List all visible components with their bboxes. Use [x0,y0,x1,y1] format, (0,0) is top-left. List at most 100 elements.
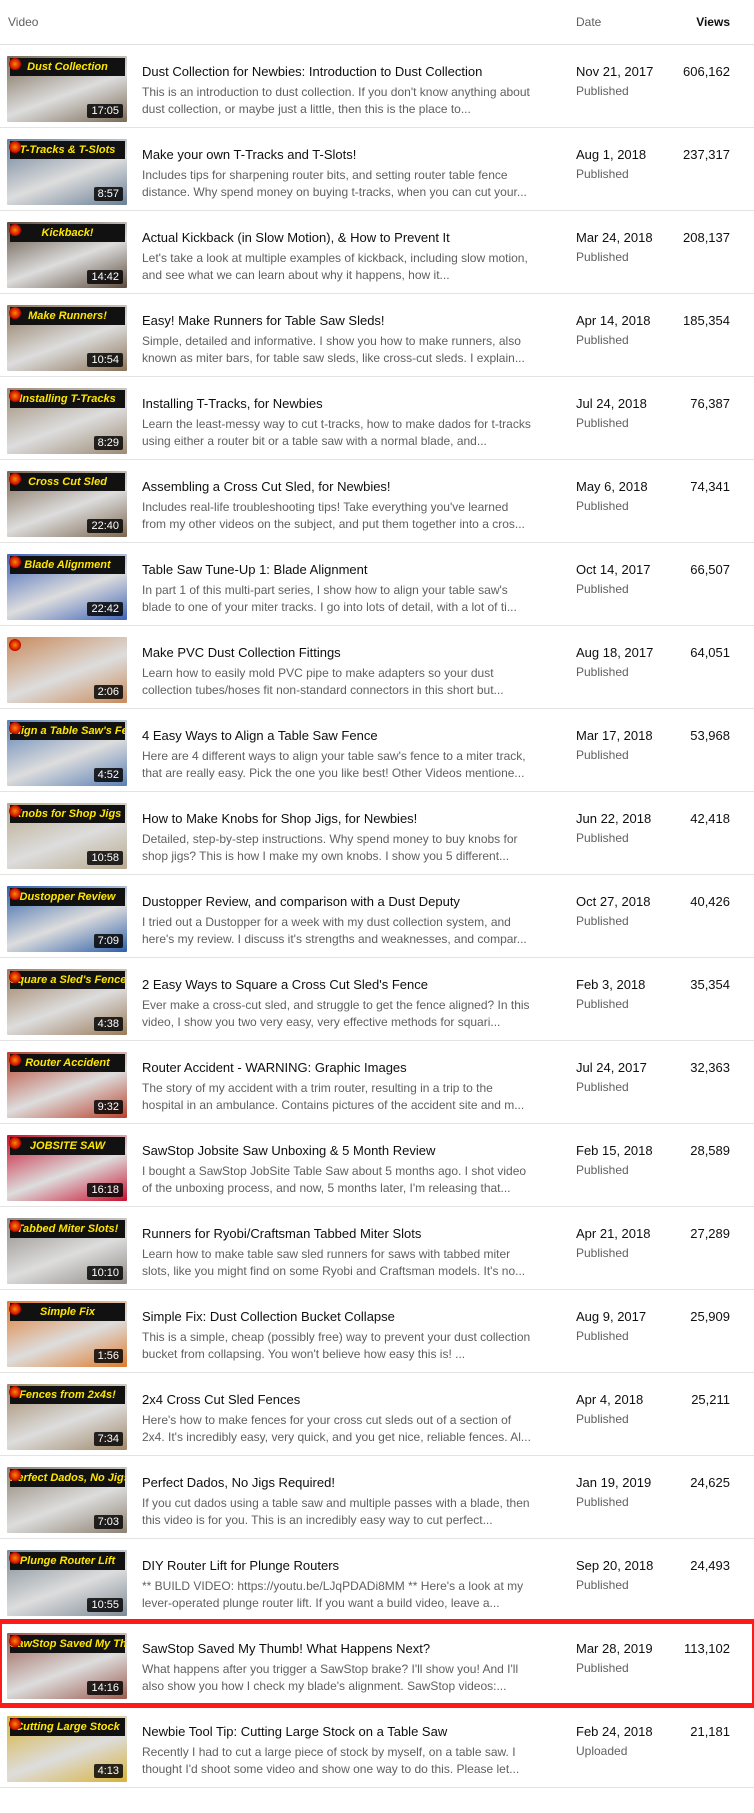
video-title[interactable]: Router Accident - WARNING: Graphic Image… [142,1060,542,1075]
video-duration: 4:38 [93,1017,123,1031]
video-description: Includes real-life troubleshooting tips!… [142,500,525,531]
video-duration: 16:18 [87,1183,123,1197]
video-title[interactable]: 4 Easy Ways to Align a Table Saw Fence [142,728,542,743]
video-status: Published [576,499,629,513]
table-row[interactable]: 2:06 Make PVC Dust Collection Fittings L… [0,626,754,709]
video-title[interactable]: SawStop Jobsite Saw Unboxing & 5 Month R… [142,1143,542,1158]
video-thumbnail[interactable]: Cross Cut Sled 22:40 [7,471,127,537]
video-duration: 1:56 [93,1349,123,1363]
video-thumbnail[interactable]: Blade Alignment 22:42 [7,554,127,620]
video-status: Published [576,333,629,347]
table-row[interactable]: Kickback! 14:42 Actual Kickback (in Slow… [0,211,754,294]
video-title[interactable]: Perfect Dados, No Jigs Required! [142,1475,542,1490]
channel-logo-icon [9,722,21,734]
video-thumbnail[interactable]: Installing T-Tracks 8:29 [7,388,127,454]
table-row[interactable]: Align a Table Saw's Fence 4:52 4 Easy Wa… [0,709,754,792]
table-row[interactable]: Simple Fix 1:56 Simple Fix: Dust Collect… [0,1290,754,1373]
video-views: 28,589 [690,1143,730,1158]
video-title[interactable]: How to Make Knobs for Shop Jigs, for New… [142,811,542,826]
video-thumbnail[interactable]: Plunge Router Lift 10:55 [7,1550,127,1616]
table-row[interactable]: Make Runners! 10:54 Easy! Make Runners f… [0,294,754,377]
video-status: Published [576,1329,629,1343]
column-header-views[interactable]: Views [696,15,730,29]
thumbnail-title-text: Cross Cut Sled [10,473,125,491]
thumbnail-title-text: Installing T-Tracks [10,390,125,408]
column-header-date[interactable]: Date [576,15,601,29]
table-row[interactable]: JOBSITE SAW 16:18 SawStop Jobsite Saw Un… [0,1124,754,1207]
video-date: May 6, 2018 [576,479,648,494]
video-title[interactable]: Easy! Make Runners for Table Saw Sleds! [142,313,542,328]
video-thumbnail[interactable]: SawStop Saved My Thumb 14:16 [7,1633,127,1699]
table-row[interactable]: Dust Collection 17:05 Dust Collection fo… [0,45,754,128]
video-duration: 10:54 [87,353,123,367]
table-row[interactable]: Installing T-Tracks 8:29 Installing T-Tr… [0,377,754,460]
video-title[interactable]: Table Saw Tune-Up 1: Blade Alignment [142,562,542,577]
table-row[interactable]: Router Accident 9:32 Router Accident - W… [0,1041,754,1124]
column-header-video[interactable]: Video [8,15,38,29]
video-thumbnail[interactable]: Kickback! 14:42 [7,222,127,288]
video-date: Jul 24, 2018 [576,396,647,411]
thumbnail-title-text: Align a Table Saw's Fence [10,722,125,740]
table-row[interactable]: Cutting Large Stock 4:13 Newbie Tool Tip… [0,1705,754,1788]
table-row[interactable]: Dustopper Review 7:09 Dustopper Review, … [0,875,754,958]
video-thumbnail[interactable]: Dust Collection 17:05 [7,56,127,122]
video-thumbnail[interactable]: Square a Sled's Fence 4:38 [7,969,127,1035]
table-row[interactable]: Tabbed Miter Slots! 10:10 Runners for Ry… [0,1207,754,1290]
video-thumbnail[interactable]: T-Tracks & T-Slots 8:57 [7,139,127,205]
video-description: I bought a SawStop JobSite Table Saw abo… [142,1164,527,1195]
video-title[interactable]: Dustopper Review, and comparison with a … [142,894,542,909]
channel-logo-icon [9,307,21,319]
channel-logo-icon [9,473,21,485]
video-status: Published [576,1495,629,1509]
video-date: Sep 20, 2018 [576,1558,654,1573]
video-status: Published [576,582,629,596]
video-thumbnail[interactable]: Dustopper Review 7:09 [7,886,127,952]
video-duration: 8:57 [93,187,123,201]
video-title[interactable]: Runners for Ryobi/Craftsman Tabbed Miter… [142,1226,542,1241]
table-row[interactable]: Blade Alignment 22:42 Table Saw Tune-Up … [0,543,754,626]
video-thumbnail[interactable]: Router Accident 9:32 [7,1052,127,1118]
table-row[interactable]: Square a Sled's Fence 4:38 2 Easy Ways t… [0,958,754,1041]
table-row[interactable]: Knobs for Shop Jigs 10:58 How to Make Kn… [0,792,754,875]
video-title[interactable]: 2 Easy Ways to Square a Cross Cut Sled's… [142,977,542,992]
table-row[interactable]: SawStop Saved My Thumb 14:16 SawStop Sav… [0,1619,754,1708]
video-thumbnail[interactable]: 2:06 [7,637,127,703]
channel-logo-icon [9,971,21,983]
thumbnail-title-text: JOBSITE SAW [10,1137,125,1155]
video-title[interactable]: Make your own T-Tracks and T-Slots! [142,147,542,162]
thumbnail-title-text: Square a Sled's Fence [10,971,125,989]
video-thumbnail[interactable]: Knobs for Shop Jigs 10:58 [7,803,127,869]
thumbnail-title-text: Make Runners! [10,307,125,325]
video-title[interactable]: 2x4 Cross Cut Sled Fences [142,1392,542,1407]
table-row[interactable]: Plunge Router Lift 10:55 DIY Router Lift… [0,1539,754,1622]
video-thumbnail[interactable]: Cutting Large Stock 4:13 [7,1716,127,1782]
video-duration: 4:13 [93,1764,123,1778]
video-title[interactable]: Newbie Tool Tip: Cutting Large Stock on … [142,1724,542,1739]
video-status: Published [576,1246,629,1260]
video-status: Published [576,831,629,845]
video-thumbnail[interactable]: Make Runners! 10:54 [7,305,127,371]
video-title[interactable]: Simple Fix: Dust Collection Bucket Colla… [142,1309,542,1324]
video-title[interactable]: Installing T-Tracks, for Newbies [142,396,542,411]
video-thumbnail[interactable]: Tabbed Miter Slots! 10:10 [7,1218,127,1284]
video-thumbnail[interactable]: Align a Table Saw's Fence 4:52 [7,720,127,786]
video-title[interactable]: Make PVC Dust Collection Fittings [142,645,542,660]
table-row[interactable]: Cross Cut Sled 22:40 Assembling a Cross … [0,460,754,543]
channel-logo-icon [9,58,21,70]
video-status: Published [576,1412,629,1426]
video-title[interactable]: DIY Router Lift for Plunge Routers [142,1558,542,1573]
video-duration: 10:58 [87,851,123,865]
video-thumbnail[interactable]: Simple Fix 1:56 [7,1301,127,1367]
channel-logo-icon [9,1303,21,1315]
video-thumbnail[interactable]: Fences from 2x4s! 7:34 [7,1384,127,1450]
video-views: 40,426 [690,894,730,909]
video-title[interactable]: Assembling a Cross Cut Sled, for Newbies… [142,479,542,494]
video-thumbnail[interactable]: JOBSITE SAW 16:18 [7,1135,127,1201]
video-thumbnail[interactable]: Perfect Dados, No Jigs 7:03 [7,1467,127,1533]
table-row[interactable]: Fences from 2x4s! 7:34 2x4 Cross Cut Sle… [0,1373,754,1456]
video-title[interactable]: Dust Collection for Newbies: Introductio… [142,64,542,79]
table-row[interactable]: Perfect Dados, No Jigs 7:03 Perfect Dado… [0,1456,754,1539]
video-title[interactable]: SawStop Saved My Thumb! What Happens Nex… [142,1641,542,1656]
table-row[interactable]: T-Tracks & T-Slots 8:57 Make your own T-… [0,128,754,211]
video-title[interactable]: Actual Kickback (in Slow Motion), & How … [142,230,542,245]
